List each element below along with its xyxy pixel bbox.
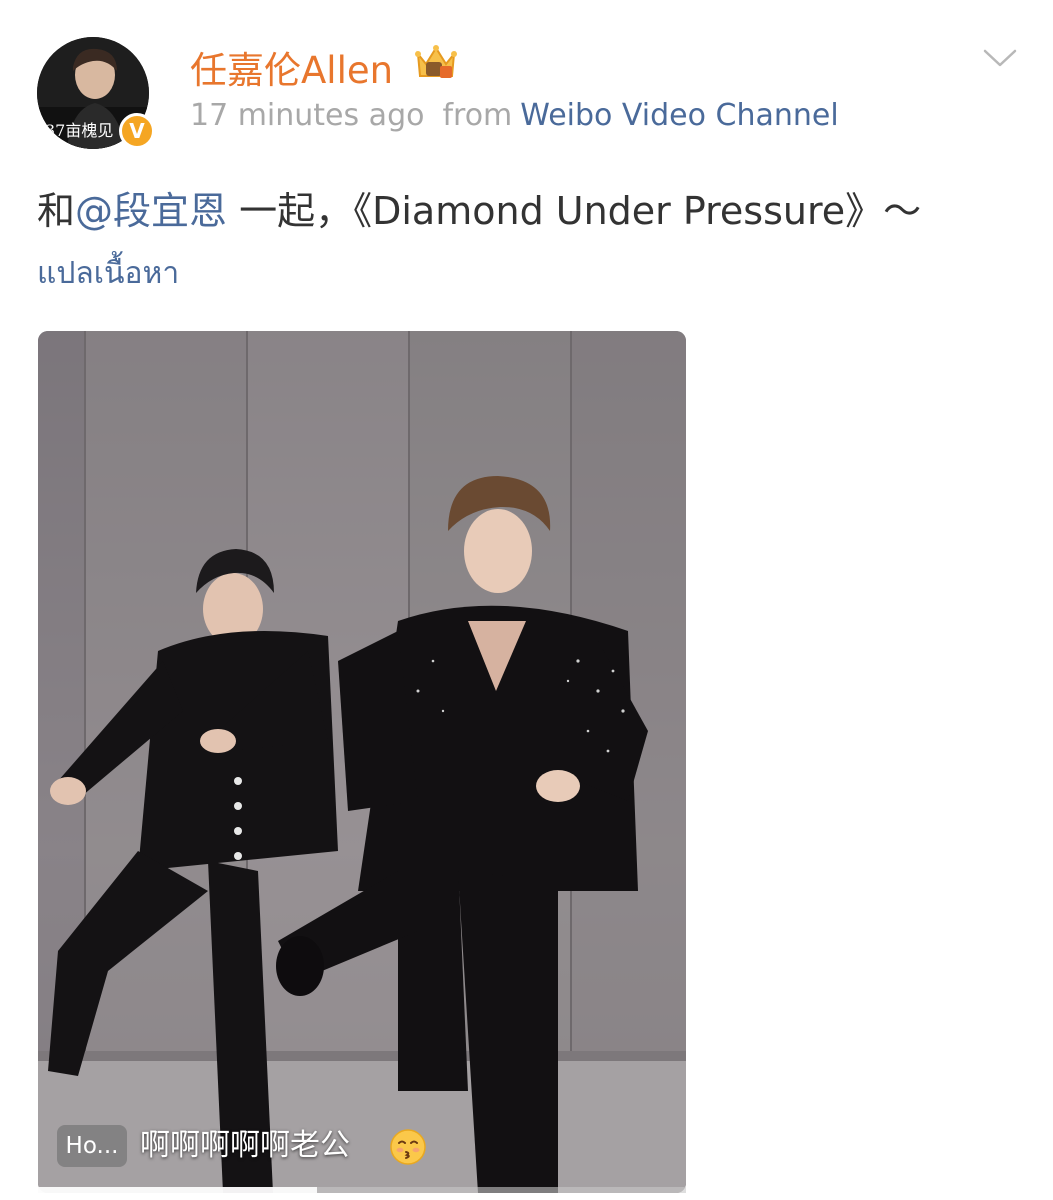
- avatar-caption: 37亩槐见: [45, 121, 114, 140]
- source-link[interactable]: Weibo Video Channel: [520, 98, 838, 133]
- post-time: 17 minutes ago: [190, 98, 425, 133]
- from-label: from: [442, 98, 513, 133]
- video-progress-fill: [38, 1187, 317, 1193]
- post-text: 和@段宜恩 一起，《Diamond Under Pressure》～: [37, 180, 921, 235]
- post-text-prefix: 和: [37, 189, 76, 233]
- post-text-suffix: 一起，《Diamond Under Pressure》～: [227, 189, 922, 233]
- verified-badge: V: [119, 113, 155, 149]
- mention-link[interactable]: @段宜恩: [75, 189, 227, 233]
- danmaku-comment: 啊啊啊啊啊老公: [140, 1128, 350, 1163]
- post-meta: 17 minutes ago from Weibo Video Channel: [190, 98, 839, 133]
- crown-icon: [415, 45, 457, 78]
- comment-user-tag[interactable]: Ho...: [57, 1125, 127, 1167]
- video-progress-bar[interactable]: [38, 1187, 686, 1193]
- username[interactable]: 任嘉伦Allen: [190, 40, 393, 94]
- chevron-down-icon[interactable]: [982, 45, 1018, 71]
- translate-link[interactable]: แปลเนื้อหา: [37, 250, 179, 297]
- kissing-face-icon: [390, 1129, 426, 1165]
- video-player[interactable]: [38, 331, 686, 1193]
